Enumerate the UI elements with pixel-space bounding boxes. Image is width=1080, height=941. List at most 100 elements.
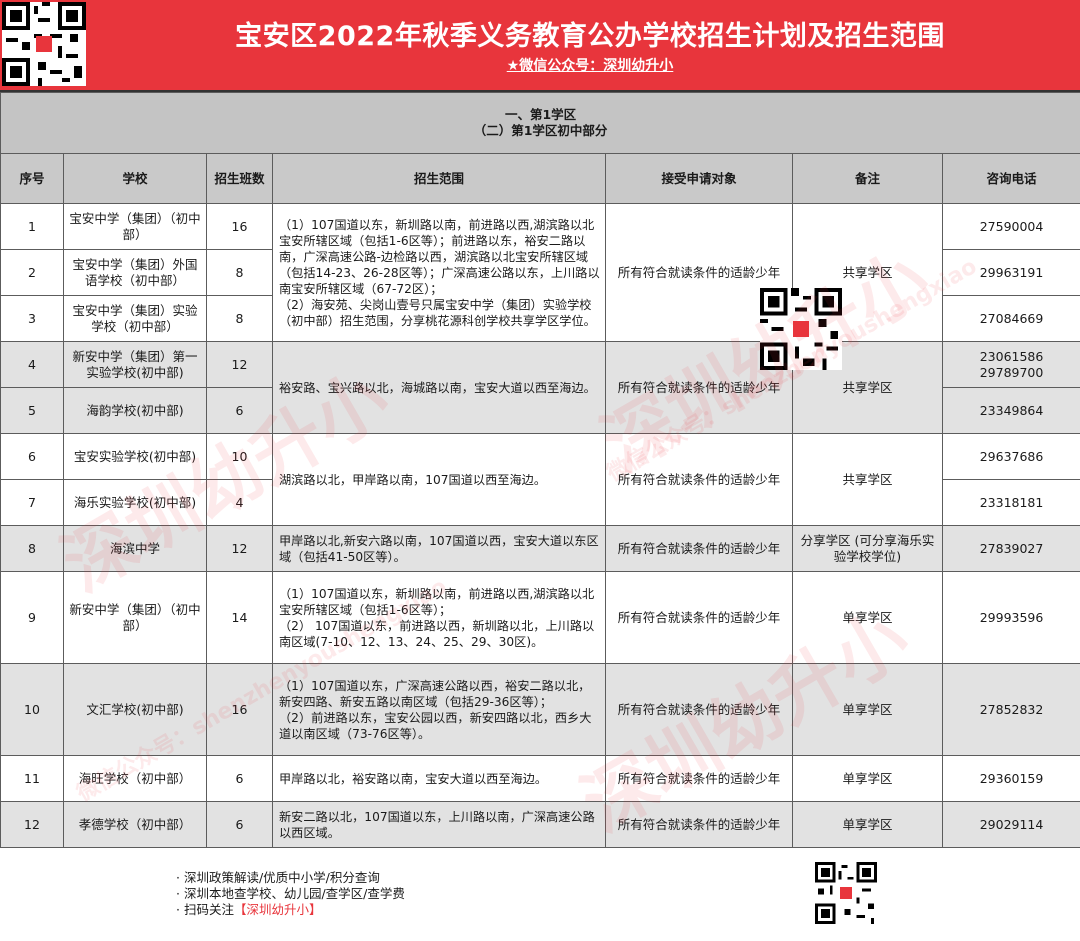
row-range: （1）107国道以东，新圳路以南，前进路以西,湖滨路以北宝安所辖区域（包括1-6… (272, 203, 606, 342)
row-school: 文汇学校(初中部) (63, 663, 207, 756)
row-range: 甲岸路以北，裕安路以南，宝安大道以西至海边。 (272, 755, 606, 802)
row-no: 2 (0, 249, 64, 296)
row-no: 3 (0, 295, 64, 342)
row-classes: 6 (206, 801, 273, 848)
footer-list: 深圳政策解读/优质中小学/积分查询 深圳本地查学校、幼儿园/查学区/查学费 扫码… (176, 870, 405, 918)
row-phone: 27852832 (941, 663, 1080, 756)
column-header-range: 招生范围 (272, 153, 606, 204)
table-row: 8 海滨中学 12 甲岸路以北,新安六路以南，107国道以西，宝安大道以东区域（… (0, 525, 1080, 572)
table-row: 10 文汇学校(初中部) 16 （1）107国道以东，广深高速公路以西，裕安二路… (0, 663, 1080, 756)
row-no: 4 (0, 341, 64, 388)
qr-code-icon (760, 288, 842, 370)
row-phone: 23318181 (941, 479, 1080, 526)
row-note: 单享学区 (792, 571, 943, 664)
row-target: 所有符合就读条件的适龄少年 (605, 755, 793, 802)
row-phone: 23061586 29789700 (941, 341, 1080, 388)
footer-item: 深圳本地查学校、幼儿园/查学区/查学费 (176, 886, 405, 902)
section-title-line1: 一、第1学区 (504, 107, 577, 122)
row-range: （1）107国道以东，新圳路以南，前进路以西,湖滨路以北宝安所辖区域（包括1-6… (272, 571, 606, 664)
row-phone: 27084669 (941, 295, 1080, 342)
page-title: 宝安区2022年秋季义务教育公办学校招生计划及招生范围 (235, 21, 945, 52)
row-note: 单享学区 (792, 801, 943, 848)
row-classes: 4 (206, 479, 273, 526)
row-no: 8 (0, 525, 64, 572)
row-note: 共享学区 (792, 433, 943, 526)
row-school: 海旺学校（初中部） (63, 755, 207, 802)
column-header-target: 接受申请对象 (605, 153, 793, 204)
section-title-line2: （二）第1学区初中部分 (473, 123, 608, 138)
row-school: 宝安中学（集团）外国语学校（初中部） (63, 249, 207, 296)
row-school: 宝安中学（集团）实验学校（初中部） (63, 295, 207, 342)
table-row: 4 新安中学（集团）第一实验学校(初中部) 12 裕安路、宝兴路以北，海城路以南… (0, 341, 1080, 434)
row-no: 1 (0, 203, 64, 250)
row-target: 所有符合就读条件的适龄少年 (605, 663, 793, 756)
table-row: 12 孝德学校（初中部） 6 新安二路以北，107国道以东，上川路以南，广深高速… (0, 801, 1080, 848)
row-range: 新安二路以北，107国道以东，上川路以南，广深高速公路以西区域。 (272, 801, 606, 848)
row-classes: 16 (206, 203, 273, 250)
column-header-classes: 招生班数 (206, 153, 273, 204)
row-range: （1）107国道以东，广深高速公路以西，裕安二路以北，新安四路、新安五路以南区域… (272, 663, 606, 756)
page-header: 宝安区2022年秋季义务教育公办学校招生计划及招生范围 ★微信公众号：深圳幼升小 (0, 0, 1080, 90)
table-row: 9 新安中学（集团）（初中部） 14 （1）107国道以东，新圳路以南，前进路以… (0, 571, 1080, 664)
row-school: 海韵学校(初中部) (63, 387, 207, 434)
row-no: 11 (0, 755, 64, 802)
column-header-note: 备注 (792, 153, 943, 204)
row-no: 6 (0, 433, 64, 480)
row-phone: 29360159 (941, 755, 1080, 802)
row-range: 裕安路、宝兴路以北，海城路以南，宝安大道以西至海边。 (272, 341, 606, 434)
row-classes: 10 (206, 433, 273, 480)
section-title: 一、第1学区 （二）第1学区初中部分 (0, 92, 1080, 154)
row-school: 孝德学校（初中部） (63, 801, 207, 848)
row-classes: 6 (206, 755, 273, 802)
row-target: 所有符合就读条件的适龄少年 (605, 525, 793, 572)
table-row: 6 宝安实验学校(初中部) 10 湖滨路以北，甲岸路以南，107国道以西至海边。… (0, 433, 1080, 526)
row-target: 所有符合就读条件的适龄少年 (605, 801, 793, 848)
qr-code-icon (815, 862, 877, 924)
row-no: 12 (0, 801, 64, 848)
row-range: 湖滨路以北，甲岸路以南，107国道以西至海边。 (272, 433, 606, 526)
scan-label: 扫码关注 (183, 902, 234, 917)
row-school: 宝安中学（集团）（初中部） (63, 203, 207, 250)
row-classes: 8 (206, 295, 273, 342)
table-row: 11 海旺学校（初中部） 6 甲岸路以北，裕安路以南，宝安大道以西至海边。 所有… (0, 755, 1080, 802)
qr-code-icon (2, 2, 86, 86)
row-classes: 16 (206, 663, 273, 756)
row-range: 甲岸路以北,新安六路以南，107国道以西，宝安大道以东区域（包括41-50区等）… (272, 525, 606, 572)
row-target: 所有符合就读条件的适龄少年 (605, 433, 793, 526)
table-header-row: 序号 学校 招生班数 招生范围 接受申请对象 备注 咨询电话 (0, 153, 1080, 204)
row-classes: 6 (206, 387, 273, 434)
row-phone: 23349864 (941, 387, 1080, 434)
row-school: 新安中学（集团）（初中部） (63, 571, 207, 664)
row-school: 海滨中学 (63, 525, 207, 572)
row-school: 海乐实验学校(初中部) (63, 479, 207, 526)
row-phone: 29993596 (941, 571, 1080, 664)
row-classes: 12 (206, 341, 273, 388)
column-header-phone: 咨询电话 (941, 153, 1080, 204)
row-classes: 8 (206, 249, 273, 296)
row-phone: 29963191 (941, 249, 1080, 296)
row-classes: 14 (206, 571, 273, 664)
row-phone: 27590004 (941, 203, 1080, 250)
page-subtitle: ★微信公众号：深圳幼升小 (100, 55, 1080, 75)
row-classes: 12 (206, 525, 273, 572)
scan-account-name: 【深圳幼升小】 (233, 902, 322, 917)
section-row: 一、第1学区 （二）第1学区初中部分 (0, 92, 1080, 154)
row-no: 5 (0, 387, 64, 434)
table-row: 1 宝安中学（集团）（初中部） 16 （1）107国道以东，新圳路以南，前进路以… (0, 203, 1080, 342)
column-header-no: 序号 (0, 153, 64, 204)
row-school: 宝安实验学校(初中部) (63, 433, 207, 480)
row-note: 单享学区 (792, 755, 943, 802)
row-phone: 27839027 (941, 525, 1080, 572)
row-no: 9 (0, 571, 64, 664)
row-no: 7 (0, 479, 64, 526)
row-note: 单享学区 (792, 663, 943, 756)
row-note: 分享学区 (可分享海乐实验学校学位) (792, 525, 943, 572)
footer-item-scan: 扫码关注【深圳幼升小】 (176, 902, 405, 918)
row-no: 10 (0, 663, 64, 756)
row-phone: 29029114 (941, 801, 1080, 848)
column-header-school: 学校 (63, 153, 207, 204)
footer-item: 深圳政策解读/优质中小学/积分查询 (176, 870, 405, 886)
page-footer: 深圳政策解读/优质中小学/积分查询 深圳本地查学校、幼儿园/查学区/查学费 扫码… (0, 848, 1080, 941)
row-school: 新安中学（集团）第一实验学校(初中部) (63, 341, 207, 388)
wechat-account-label: ★微信公众号：深圳幼升小 (506, 58, 674, 74)
